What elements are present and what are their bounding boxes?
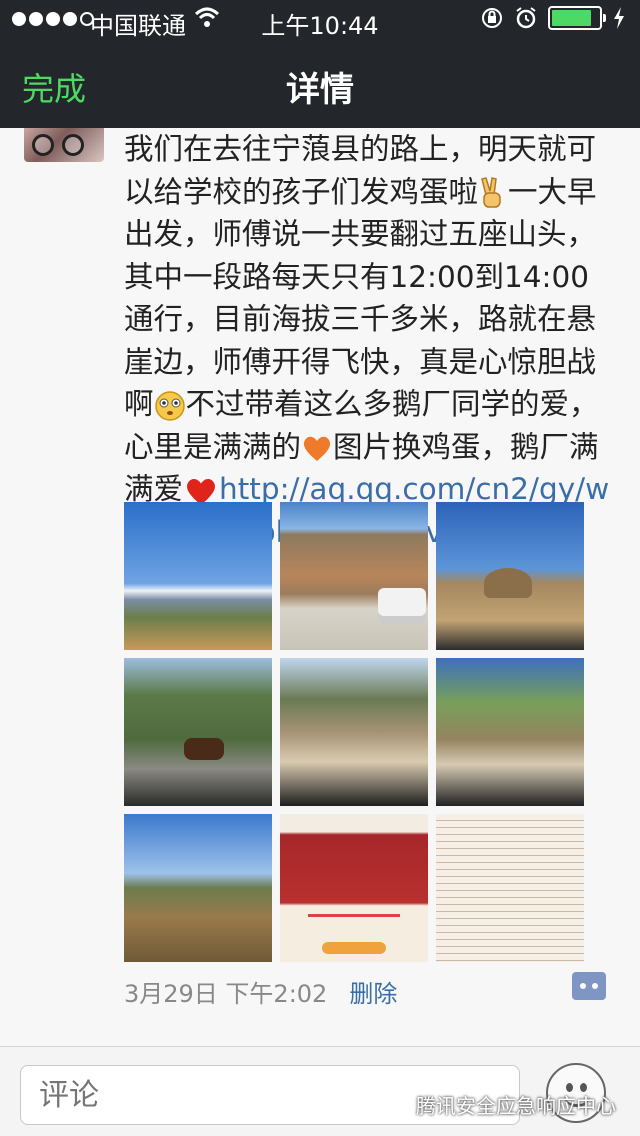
flushed-face-emoji [154, 390, 185, 421]
orange-heart-emoji [303, 436, 331, 461]
wechat-icon [380, 1093, 409, 1115]
snow-mountains-photo[interactable] [124, 502, 272, 650]
charging-icon [614, 7, 624, 29]
watermark-text: 腾讯安全应急响应中心 [416, 1094, 616, 1118]
delete-button[interactable]: 删除 [349, 974, 397, 1009]
top-bar: 中国联通 上午10:44 完成 详情 [0, 0, 640, 128]
victory-hand-emoji [481, 177, 501, 208]
dirt-road-photo[interactable] [280, 658, 428, 806]
windshield-road-photo[interactable] [436, 658, 584, 806]
rock-people-photo[interactable] [436, 502, 584, 650]
post-text: 我们在去往宁蒗县的路上，明天就可以给学校的孩子们发鸡蛋啦 一大早出发，师傅说一共… [124, 128, 614, 553]
navigation-bar: 完成 详情 [0, 40, 640, 128]
post-text-part-2: 一大早出发，师傅说一共要翻过五座山头，其中一段路每天只有12:00到14:00通… [124, 174, 597, 422]
valley-village-photo[interactable] [124, 814, 272, 962]
alarm-icon [516, 7, 536, 29]
project-text-photo[interactable] [436, 814, 584, 962]
status-bar: 中国联通 上午10:44 [0, 0, 640, 40]
page-title: 详情 [286, 70, 354, 110]
photo-grid [124, 502, 586, 962]
rotation-lock-icon [482, 8, 502, 28]
post-detail: 我们在去往宁蒗县的路上，明天就可以给学校的孩子们发鸡蛋啦 一大早出发，师傅说一共… [0, 128, 640, 1046]
post-timestamp: 3月29日 下午2:02 [124, 980, 328, 1008]
battery-icon [548, 6, 606, 30]
egg-campaign-poster-photo[interactable] [280, 814, 428, 962]
road-car-photo[interactable] [280, 502, 428, 650]
avatar[interactable] [24, 128, 104, 162]
post-meta: 3月29日 下午2:02 删除 [124, 974, 397, 1009]
horses-road-photo[interactable] [124, 658, 272, 806]
comment-options-button[interactable] [572, 972, 606, 1000]
watermark: 腾讯安全应急响应中心 [380, 1090, 616, 1119]
